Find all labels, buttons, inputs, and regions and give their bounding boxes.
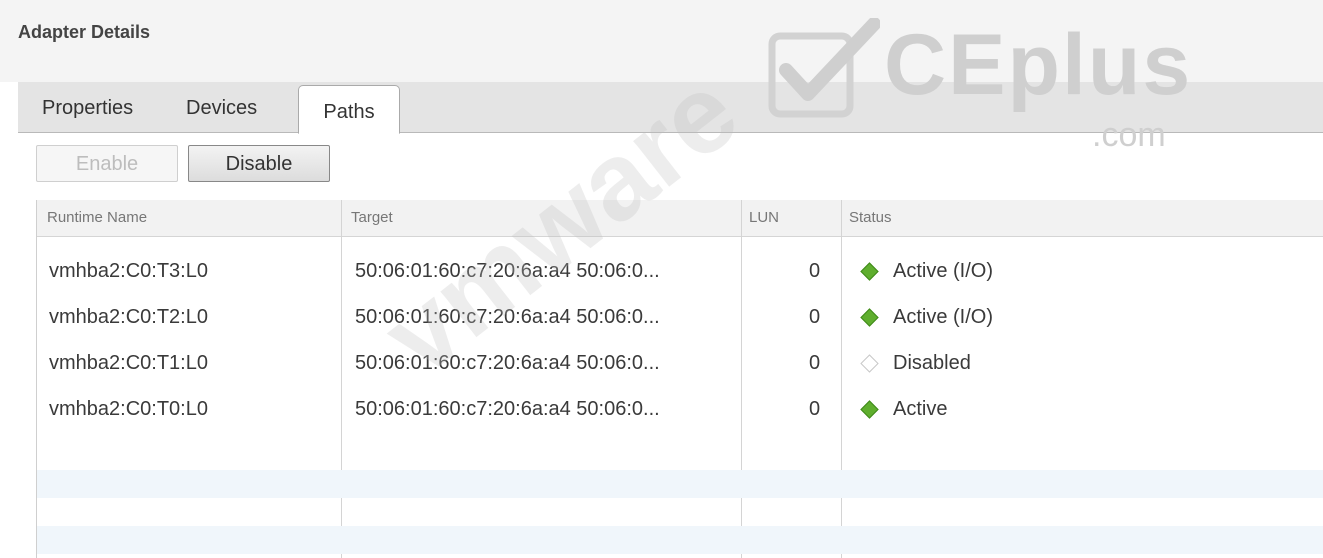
empty-diamond-icon [860,354,879,373]
status-cell: Active [893,398,948,420]
lun-cell: 0 [809,398,821,420]
table-row[interactable]: vmhba2:C0:T0:L0 50:06:01:60:c7:20:6a:a4 … [37,386,1323,432]
watermark-brand: CEplus [884,17,1193,113]
enable-button[interactable]: Enable [36,145,178,182]
green-diamond-icon [860,308,879,327]
runtime-name-cell: vmhba2:C0:T3:L0 [49,260,208,282]
column-header-runtime-name[interactable]: Runtime Name [47,200,147,236]
runtime-name-cell: vmhba2:C0:T0:L0 [49,398,208,420]
empty-row [37,498,1323,526]
column-header-lun[interactable]: LUN [749,200,779,236]
green-diamond-icon [860,400,879,419]
tab-properties[interactable]: Properties [42,94,133,122]
green-diamond-icon [860,262,879,281]
status-cell: Active (I/O) [893,306,994,328]
table-row[interactable]: vmhba2:C0:T2:L0 50:06:01:60:c7:20:6a:a4 … [37,294,1323,340]
runtime-name-cell: vmhba2:C0:T2:L0 [49,306,208,328]
lun-cell: 0 [809,306,821,328]
column-header-status[interactable]: Status [849,200,892,236]
watermark-domain: .com [1092,116,1166,154]
empty-row [37,442,1323,470]
empty-row [37,526,1323,554]
runtime-name-cell: vmhba2:C0:T1:L0 [49,352,208,374]
panel-title: Adapter Details [18,22,151,42]
disable-button[interactable]: Disable [188,145,330,182]
paths-table: Runtime Name Target LUN Status vmhba2:C0… [36,200,1323,558]
lun-cell: 0 [809,260,821,282]
table-row[interactable]: vmhba2:C0:T1:L0 50:06:01:60:c7:20:6a:a4 … [37,340,1323,386]
tab-devices[interactable]: Devices [186,94,257,122]
ceplus-watermark-logo-icon [768,18,880,118]
tab-paths[interactable]: Paths [298,85,400,134]
table-row[interactable]: vmhba2:C0:T3:L0 50:06:01:60:c7:20:6a:a4 … [37,248,1323,294]
target-cell: 50:06:01:60:c7:20:6a:a4 50:06:0... [355,398,660,420]
status-cell: Active (I/O) [893,260,994,282]
empty-row [37,470,1323,498]
column-header-target[interactable]: Target [351,200,393,236]
status-cell: Disabled [893,352,971,374]
lun-cell: 0 [809,352,821,374]
